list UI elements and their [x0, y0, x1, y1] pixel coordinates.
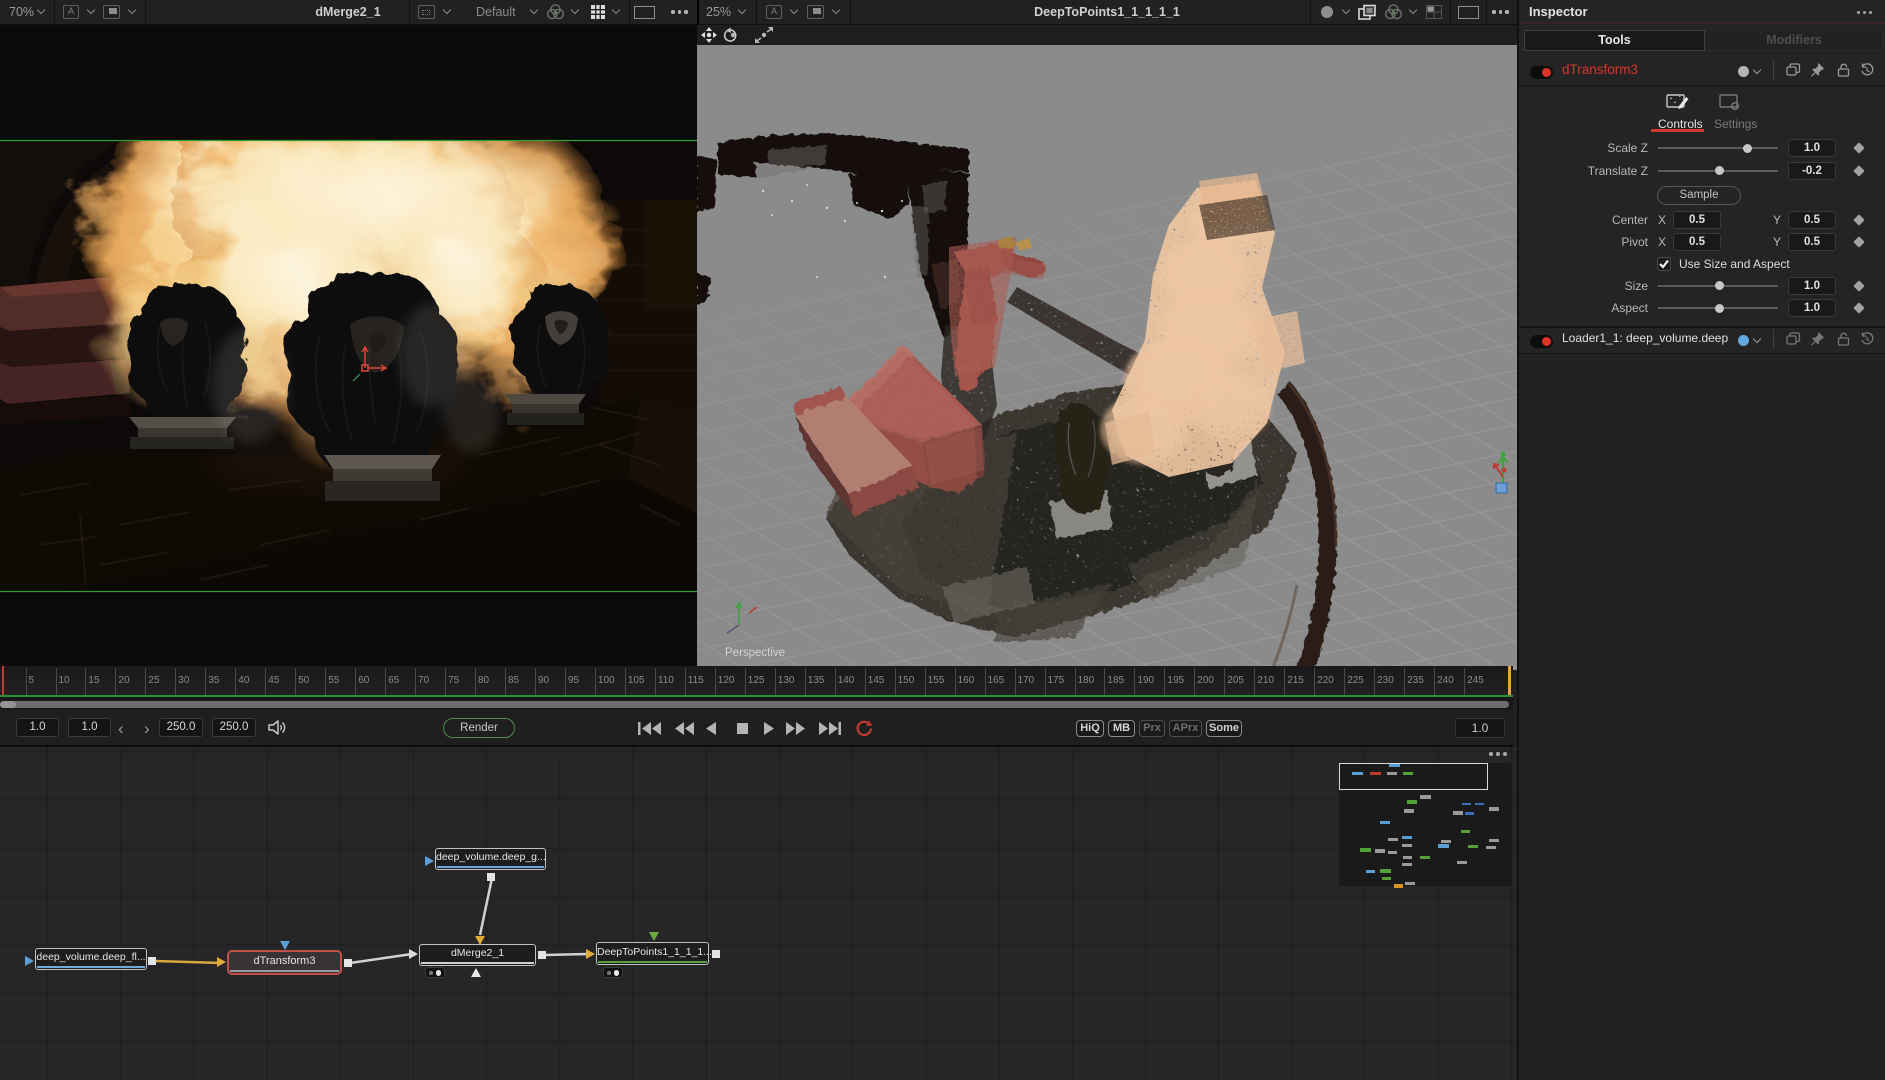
svg-text:Perspective: Perspective: [725, 647, 785, 659]
